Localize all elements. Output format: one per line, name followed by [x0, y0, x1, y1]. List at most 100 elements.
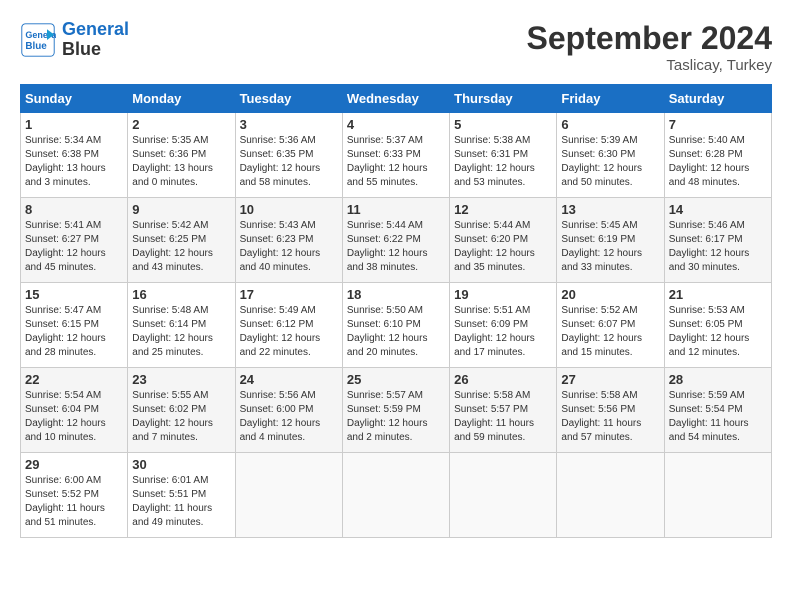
day-number: 8: [25, 202, 123, 217]
day-cell-15: 15 Sunrise: 5:47 AMSunset: 6:15 PMDaylig…: [21, 283, 128, 368]
day-info: Sunrise: 5:42 AMSunset: 6:25 PMDaylight:…: [132, 219, 230, 275]
day-number: 26: [454, 372, 552, 387]
day-number: 18: [347, 287, 445, 302]
day-cell-25: 25 Sunrise: 5:57 AMSunset: 5:59 PMDaylig…: [342, 368, 449, 453]
day-cell-1: 1 Sunrise: 5:34 AMSunset: 6:38 PMDayligh…: [21, 113, 128, 198]
col-tuesday: Tuesday: [235, 85, 342, 113]
col-wednesday: Wednesday: [342, 85, 449, 113]
day-number: 25: [347, 372, 445, 387]
location: Taslicay, Turkey: [527, 57, 772, 74]
day-info: Sunrise: 5:56 AMSunset: 6:00 PMDaylight:…: [240, 389, 338, 445]
day-info: Sunrise: 5:36 AMSunset: 6:35 PMDaylight:…: [240, 134, 338, 190]
day-cell-24: 24 Sunrise: 5:56 AMSunset: 6:00 PMDaylig…: [235, 368, 342, 453]
day-cell-20: 20 Sunrise: 5:52 AMSunset: 6:07 PMDaylig…: [557, 283, 664, 368]
day-cell-12: 12 Sunrise: 5:44 AMSunset: 6:20 PMDaylig…: [450, 198, 557, 283]
day-info: Sunrise: 5:45 AMSunset: 6:19 PMDaylight:…: [561, 219, 659, 275]
day-cell-10: 10 Sunrise: 5:43 AMSunset: 6:23 PMDaylig…: [235, 198, 342, 283]
day-info: Sunrise: 5:35 AMSunset: 6:36 PMDaylight:…: [132, 134, 230, 190]
day-cell-18: 18 Sunrise: 5:50 AMSunset: 6:10 PMDaylig…: [342, 283, 449, 368]
day-cell-27: 27 Sunrise: 5:58 AMSunset: 5:56 PMDaylig…: [557, 368, 664, 453]
day-info: Sunrise: 5:58 AMSunset: 5:57 PMDaylight:…: [454, 389, 552, 445]
day-info: Sunrise: 5:51 AMSunset: 6:09 PMDaylight:…: [454, 304, 552, 360]
day-cell-28: 28 Sunrise: 5:59 AMSunset: 5:54 PMDaylig…: [664, 368, 771, 453]
day-number: 29: [25, 457, 123, 472]
day-number: 5: [454, 117, 552, 132]
day-info: Sunrise: 5:38 AMSunset: 6:31 PMDaylight:…: [454, 134, 552, 190]
day-info: Sunrise: 5:48 AMSunset: 6:14 PMDaylight:…: [132, 304, 230, 360]
calendar-week-1: 1 Sunrise: 5:34 AMSunset: 6:38 PMDayligh…: [21, 113, 772, 198]
day-info: Sunrise: 5:54 AMSunset: 6:04 PMDaylight:…: [25, 389, 123, 445]
day-info: Sunrise: 6:01 AMSunset: 5:51 PMDaylight:…: [132, 474, 230, 530]
day-cell-22: 22 Sunrise: 5:54 AMSunset: 6:04 PMDaylig…: [21, 368, 128, 453]
page-header: General Blue GeneralBlue September 2024 …: [20, 20, 772, 74]
svg-text:Blue: Blue: [25, 41, 47, 52]
day-info: Sunrise: 5:46 AMSunset: 6:17 PMDaylight:…: [669, 219, 767, 275]
day-number: 7: [669, 117, 767, 132]
day-info: Sunrise: 5:52 AMSunset: 6:07 PMDaylight:…: [561, 304, 659, 360]
month-title: September 2024: [527, 20, 772, 57]
col-friday: Friday: [557, 85, 664, 113]
calendar-week-4: 22 Sunrise: 5:54 AMSunset: 6:04 PMDaylig…: [21, 368, 772, 453]
day-number: 24: [240, 372, 338, 387]
day-cell-16: 16 Sunrise: 5:48 AMSunset: 6:14 PMDaylig…: [128, 283, 235, 368]
calendar-week-2: 8 Sunrise: 5:41 AMSunset: 6:27 PMDayligh…: [21, 198, 772, 283]
logo: General Blue GeneralBlue: [20, 20, 129, 60]
day-cell-5: 5 Sunrise: 5:38 AMSunset: 6:31 PMDayligh…: [450, 113, 557, 198]
day-number: 23: [132, 372, 230, 387]
day-cell-9: 9 Sunrise: 5:42 AMSunset: 6:25 PMDayligh…: [128, 198, 235, 283]
day-info: Sunrise: 5:37 AMSunset: 6:33 PMDaylight:…: [347, 134, 445, 190]
day-cell-empty: [557, 453, 664, 538]
day-cell-29: 29 Sunrise: 6:00 AMSunset: 5:52 PMDaylig…: [21, 453, 128, 538]
day-info: Sunrise: 5:53 AMSunset: 6:05 PMDaylight:…: [669, 304, 767, 360]
day-info: Sunrise: 5:49 AMSunset: 6:12 PMDaylight:…: [240, 304, 338, 360]
calendar-week-3: 15 Sunrise: 5:47 AMSunset: 6:15 PMDaylig…: [21, 283, 772, 368]
col-thursday: Thursday: [450, 85, 557, 113]
day-info: Sunrise: 5:50 AMSunset: 6:10 PMDaylight:…: [347, 304, 445, 360]
day-number: 21: [669, 287, 767, 302]
day-info: Sunrise: 5:59 AMSunset: 5:54 PMDaylight:…: [669, 389, 767, 445]
day-number: 3: [240, 117, 338, 132]
day-number: 30: [132, 457, 230, 472]
day-number: 11: [347, 202, 445, 217]
calendar-week-5: 29 Sunrise: 6:00 AMSunset: 5:52 PMDaylig…: [21, 453, 772, 538]
day-number: 14: [669, 202, 767, 217]
day-number: 15: [25, 287, 123, 302]
day-cell-8: 8 Sunrise: 5:41 AMSunset: 6:27 PMDayligh…: [21, 198, 128, 283]
day-cell-19: 19 Sunrise: 5:51 AMSunset: 6:09 PMDaylig…: [450, 283, 557, 368]
day-number: 12: [454, 202, 552, 217]
day-number: 13: [561, 202, 659, 217]
day-number: 1: [25, 117, 123, 132]
day-cell-empty: [450, 453, 557, 538]
day-info: Sunrise: 5:44 AMSunset: 6:20 PMDaylight:…: [454, 219, 552, 275]
day-cell-17: 17 Sunrise: 5:49 AMSunset: 6:12 PMDaylig…: [235, 283, 342, 368]
day-cell-26: 26 Sunrise: 5:58 AMSunset: 5:57 PMDaylig…: [450, 368, 557, 453]
day-info: Sunrise: 5:57 AMSunset: 5:59 PMDaylight:…: [347, 389, 445, 445]
day-cell-empty: [342, 453, 449, 538]
day-number: 22: [25, 372, 123, 387]
day-info: Sunrise: 5:44 AMSunset: 6:22 PMDaylight:…: [347, 219, 445, 275]
title-block: September 2024 Taslicay, Turkey: [527, 20, 772, 74]
day-cell-4: 4 Sunrise: 5:37 AMSunset: 6:33 PMDayligh…: [342, 113, 449, 198]
day-info: Sunrise: 5:39 AMSunset: 6:30 PMDaylight:…: [561, 134, 659, 190]
day-info: Sunrise: 5:55 AMSunset: 6:02 PMDaylight:…: [132, 389, 230, 445]
day-info: Sunrise: 5:43 AMSunset: 6:23 PMDaylight:…: [240, 219, 338, 275]
day-number: 27: [561, 372, 659, 387]
day-cell-21: 21 Sunrise: 5:53 AMSunset: 6:05 PMDaylig…: [664, 283, 771, 368]
day-cell-14: 14 Sunrise: 5:46 AMSunset: 6:17 PMDaylig…: [664, 198, 771, 283]
day-number: 28: [669, 372, 767, 387]
day-number: 2: [132, 117, 230, 132]
day-cell-7: 7 Sunrise: 5:40 AMSunset: 6:28 PMDayligh…: [664, 113, 771, 198]
col-sunday: Sunday: [21, 85, 128, 113]
day-info: Sunrise: 5:40 AMSunset: 6:28 PMDaylight:…: [669, 134, 767, 190]
day-cell-11: 11 Sunrise: 5:44 AMSunset: 6:22 PMDaylig…: [342, 198, 449, 283]
logo-text: GeneralBlue: [62, 20, 129, 60]
header-row: Sunday Monday Tuesday Wednesday Thursday…: [21, 85, 772, 113]
day-number: 16: [132, 287, 230, 302]
day-number: 17: [240, 287, 338, 302]
col-monday: Monday: [128, 85, 235, 113]
day-cell-13: 13 Sunrise: 5:45 AMSunset: 6:19 PMDaylig…: [557, 198, 664, 283]
col-saturday: Saturday: [664, 85, 771, 113]
day-cell-2: 2 Sunrise: 5:35 AMSunset: 6:36 PMDayligh…: [128, 113, 235, 198]
day-cell-23: 23 Sunrise: 5:55 AMSunset: 6:02 PMDaylig…: [128, 368, 235, 453]
day-number: 9: [132, 202, 230, 217]
